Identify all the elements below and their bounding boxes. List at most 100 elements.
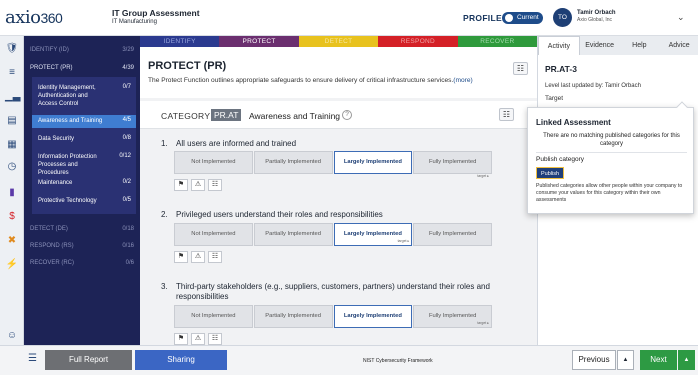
category-label: CATEGORY (161, 111, 211, 121)
assessment-title: IT Group Assessment (112, 8, 200, 18)
question-2: 2. Privileged users understand their role… (161, 210, 383, 219)
option-partially-implemented[interactable]: Partially Implemented (253, 223, 333, 246)
smile-icon[interactable]: ☺ (5, 329, 19, 343)
toggle-knob (505, 14, 513, 22)
answer-options-3: Not Implemented Partially Implemented La… (174, 305, 492, 328)
sidebar-item-protective-technology[interactable]: Protective Technology 0/5 (32, 197, 136, 207)
category-code: PR.AT (211, 109, 242, 121)
linked-assessment-popover: Linked Assessment There are no matching … (527, 101, 694, 214)
option-fully-implemented[interactable]: Fully Implemented (413, 223, 492, 246)
layers-icon[interactable]: ≡ (5, 66, 19, 80)
tab-protect[interactable]: PROTECT (219, 36, 299, 47)
tab-activity[interactable]: Activity (538, 36, 580, 55)
hierarchy-icon[interactable]: ☷ (208, 333, 222, 345)
sidebar-item-maintenance[interactable]: Maintenance 0/2 (32, 179, 136, 189)
flag-icon[interactable]: ⚑ (174, 179, 188, 191)
app-header: axio360 IT Group Assessment IT Manufactu… (0, 0, 698, 36)
option-largely-implemented[interactable]: Largely Implemented (333, 305, 413, 328)
option-partially-implemented[interactable]: Partially Implemented (253, 305, 333, 328)
linked-assessment-icon[interactable]: ☷ (499, 108, 514, 121)
subcategory-id: PR.AT-3 (545, 64, 577, 74)
footer-bar: ☰ Full Report Sharing NIST Cybersecurity… (0, 345, 698, 375)
chevron-up-icon[interactable]: ▲ (617, 350, 634, 370)
question-tools-2: ⚑ ⚠ ☷ (174, 251, 222, 263)
target-marker: target ▸ (397, 239, 410, 243)
warning-icon[interactable]: ⚠ (191, 251, 205, 263)
calendar-icon[interactable]: ▦ (5, 138, 19, 152)
clock-icon[interactable]: ◷ (5, 160, 19, 174)
previous-button[interactable]: Previous (572, 350, 616, 370)
question-3: 3. Third-party stakeholders (e.g., suppli… (161, 282, 490, 301)
divider (536, 152, 687, 153)
tab-recover[interactable]: RECOVER (457, 36, 538, 47)
warning-icon[interactable]: ⚠ (191, 179, 205, 191)
option-not-implemented[interactable]: Not Implemented (174, 305, 253, 328)
publish-button[interactable]: Publish (536, 167, 564, 179)
file-icon[interactable]: ▮ (5, 186, 19, 200)
tab-advice[interactable]: Advice (659, 36, 698, 55)
no-matches-message: There are no matching published categori… (543, 133, 680, 147)
bar-chart-icon[interactable]: ▁▃ (5, 90, 20, 104)
tab-help[interactable]: Help (620, 36, 660, 55)
hierarchy-icon[interactable]: ☷ (208, 251, 222, 263)
list-toggle-icon[interactable]: ☰ (28, 353, 37, 364)
tab-evidence[interactable]: Evidence (580, 36, 620, 55)
sidebar-item-identity-management[interactable]: Identity Management, Authentication and … (32, 84, 136, 112)
assessment-title-block: IT Group Assessment IT Manufacturing (112, 8, 200, 25)
option-partially-implemented[interactable]: Partially Implemented (253, 151, 333, 174)
question-1: 1. All users are informed and trained (161, 139, 297, 148)
user-name: Tamir Orbach (577, 10, 616, 16)
user-org: Axio Global, Inc (577, 17, 613, 23)
popover-title: Linked Assessment (536, 118, 611, 127)
option-not-implemented[interactable]: Not Implemented (174, 223, 253, 246)
chevron-up-icon[interactable]: ▲ (678, 350, 695, 370)
category-header: CATEGORY PR.AT Awareness and Training ? … (140, 101, 537, 129)
category-name: Awareness and Training (249, 111, 341, 121)
option-fully-implemented[interactable]: Fully Implemented target ▸ (413, 305, 492, 328)
help-icon[interactable]: ? (342, 110, 352, 120)
main-content: PROTECT (PR) ☷ The Protect Function outl… (140, 47, 537, 345)
next-button[interactable]: Next (640, 350, 677, 370)
target-marker: target ▸ (477, 174, 489, 178)
framework-label: NIST Cybersecurity Framework (363, 358, 433, 364)
tab-identify[interactable]: IDENTIFY (140, 36, 220, 47)
more-link[interactable]: (more) (453, 77, 472, 84)
option-fully-implemented[interactable]: Fully Implemented target ▸ (413, 151, 492, 178)
bolt-icon[interactable]: ⚡ (5, 258, 19, 272)
publish-description: Published categories allow other people … (536, 183, 683, 203)
option-largely-implemented[interactable]: Largely Implemented (333, 151, 413, 174)
flag-icon[interactable]: ⚑ (174, 251, 188, 263)
icon-rail: 🛡 ≡ ▁▃ ▤ ▦ ◷ ▮ $ ✖ ⚡ ☺ » (0, 36, 24, 362)
function-tabs: IDENTIFY PROTECT DETECT RESPOND RECOVER (140, 36, 538, 47)
flag-icon[interactable]: ⚑ (174, 333, 188, 345)
hierarchy-icon[interactable]: ☷ (513, 62, 528, 75)
tab-detect[interactable]: DETECT (298, 36, 379, 47)
hierarchy-icon[interactable]: ☷ (208, 179, 222, 191)
option-largely-implemented[interactable]: Largely Implemented target ▸ (333, 223, 413, 246)
sharing-button[interactable]: Sharing (135, 350, 227, 370)
assessment-subtitle: IT Manufacturing (112, 19, 157, 25)
axio-logo[interactable]: axio360 (5, 7, 63, 28)
document-icon[interactable]: ▤ (5, 114, 19, 128)
option-not-implemented[interactable]: Not Implemented (174, 151, 253, 174)
warning-icon[interactable]: ⚠ (191, 333, 205, 345)
profile-label: PROFILE: (463, 13, 506, 23)
chevron-down-icon[interactable]: ⌄ (677, 12, 685, 23)
sidebar-item-info-protection[interactable]: Information Protection Processes and Pro… (32, 153, 136, 176)
category-panel: CATEGORY PR.AT Awareness and Training ? … (140, 98, 537, 345)
avatar[interactable]: TO (553, 8, 572, 27)
user-info[interactable]: Tamir Orbach Axio Global, Inc (577, 10, 616, 23)
tab-respond[interactable]: RESPOND (378, 36, 458, 47)
tools-icon[interactable]: ✖ (5, 234, 19, 248)
details-tabs: Activity Evidence Help Advice (538, 36, 698, 55)
last-updated: Level last updated by: Tamir Orbach (545, 83, 641, 89)
sidebar-item-awareness-training[interactable]: Awareness and Training 4/5 (32, 115, 136, 128)
profile-toggle[interactable]: Current (502, 12, 543, 24)
full-report-button[interactable]: Full Report (45, 350, 132, 370)
sidebar-item-data-security[interactable]: Data Security 0/8 (32, 135, 136, 145)
function-description: The Protect Function outlines appropriat… (148, 77, 473, 84)
shield-icon[interactable]: 🛡 (5, 42, 19, 56)
dollar-icon[interactable]: $ (5, 210, 19, 224)
publish-category-label: Publish category (536, 156, 585, 163)
question-tools-3: ⚑ ⚠ ☷ (174, 333, 222, 345)
